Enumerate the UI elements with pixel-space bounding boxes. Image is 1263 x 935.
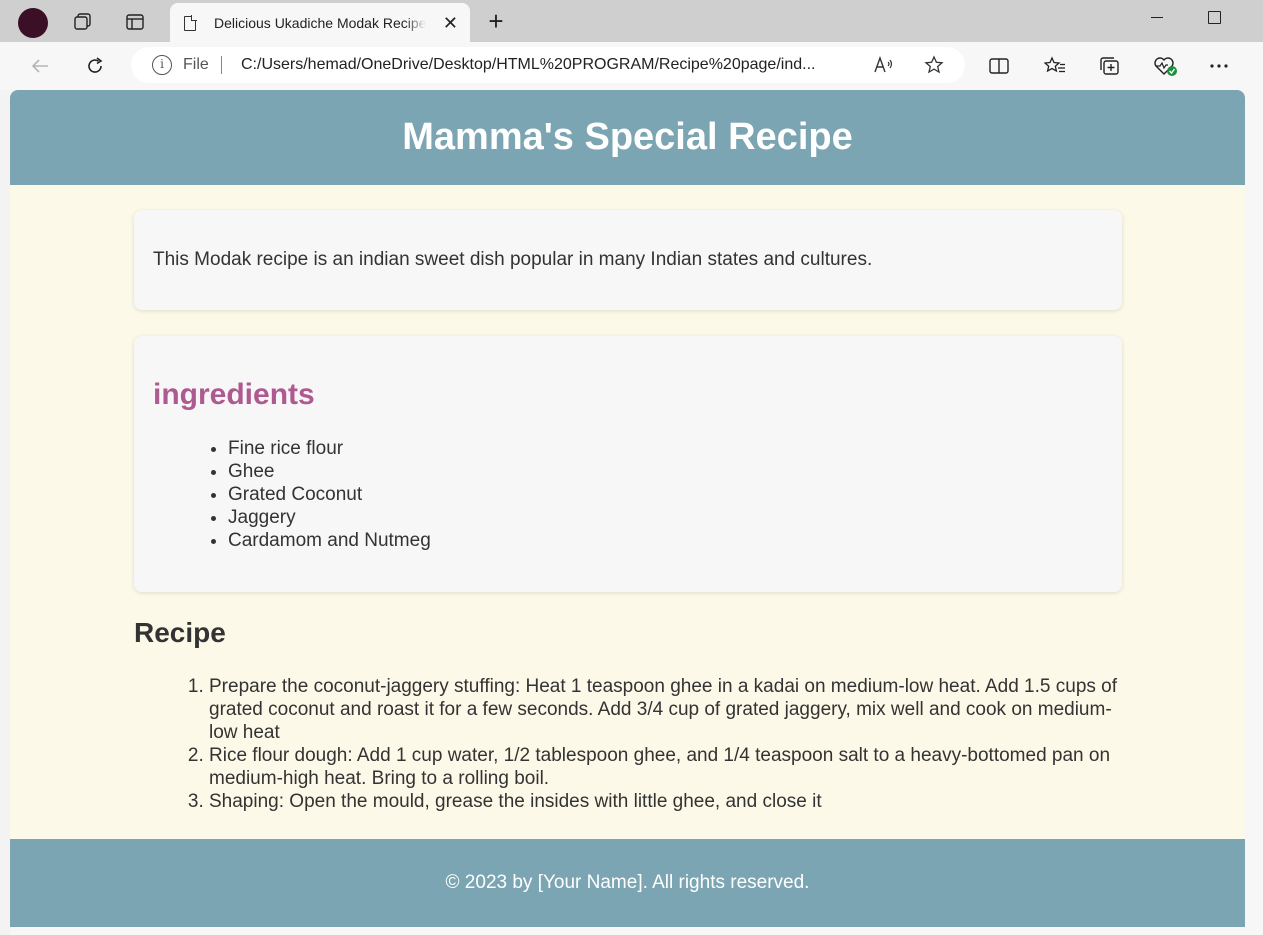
sidebar-edge xyxy=(1246,90,1263,935)
minimize-button[interactable] xyxy=(1137,4,1177,30)
ingredient-item: Cardamom and Nutmeg xyxy=(228,529,431,552)
ingredients-card: ingredients Fine rice flour Ghee Grated … xyxy=(134,336,1122,592)
ingredient-item: Jaggery xyxy=(228,506,431,529)
vertical-tabs-icon-glyph xyxy=(126,14,144,30)
recipe-steps-list: Prepare the coconut-jaggery stuffing: He… xyxy=(209,675,1129,813)
footer-copyright: © 2023 by [Your Name]. All rights reserv… xyxy=(445,872,810,893)
close-tab-icon[interactable]: ✕ xyxy=(443,13,458,34)
page-bottom-strip xyxy=(10,927,1245,935)
ellipsis-glyph xyxy=(1210,64,1228,68)
tab-title: Delicious Ukadiche Modak Recipe xyxy=(214,15,426,31)
ingredients-list: Fine rice flour Ghee Grated Coconut Jagg… xyxy=(228,437,431,552)
settings-more-icon[interactable] xyxy=(1205,53,1233,79)
intro-text: This Modak recipe is an indian sweet dis… xyxy=(153,249,873,270)
recipe-step: Rice flour dough: Add 1 cup water, 1/2 t… xyxy=(209,744,1129,790)
refresh-button[interactable] xyxy=(79,51,111,81)
star-glyph xyxy=(924,55,944,74)
read-aloud-icon[interactable] xyxy=(871,53,897,77)
collections-icon[interactable] xyxy=(1096,53,1124,79)
favorite-star-icon[interactable] xyxy=(921,53,947,77)
ingredient-item: Ghee xyxy=(228,460,431,483)
address-separator xyxy=(221,56,222,74)
ingredients-heading: ingredients xyxy=(153,378,315,411)
split-screen-glyph xyxy=(989,58,1009,74)
maximize-button[interactable] xyxy=(1194,4,1234,30)
favorites-icon[interactable] xyxy=(1041,53,1069,79)
split-screen-icon[interactable] xyxy=(985,53,1013,79)
ingredient-item: Fine rice flour xyxy=(228,437,431,460)
tab-active[interactable]: Delicious Ukadiche Modak Recipe ✕ xyxy=(170,3,470,43)
page-title: Mamma's Special Recipe xyxy=(402,116,853,158)
heart-pulse-glyph xyxy=(1154,57,1177,76)
read-aloud-glyph xyxy=(874,56,893,73)
address-url[interactable]: C:/Users/hemad/OneDrive/Desktop/HTML%20P… xyxy=(241,56,815,74)
site-info-icon[interactable]: i xyxy=(152,55,172,75)
new-tab-button[interactable]: + xyxy=(482,6,510,36)
browser-titlebar: Delicious Ukadiche Modak Recipe ✕ + xyxy=(0,0,1263,43)
address-bar[interactable]: i File C:/Users/hemad/OneDrive/Desktop/H… xyxy=(131,47,965,83)
site-header: Mamma's Special Recipe xyxy=(10,90,1245,185)
recipe-step: Shaping: Open the mould, grease the insi… xyxy=(209,790,1129,813)
browser-toolbar: i File C:/Users/hemad/OneDrive/Desktop/H… xyxy=(0,42,1263,90)
back-arrow-icon xyxy=(31,59,48,73)
workspaces-icon-glyph xyxy=(74,13,91,30)
favorites-glyph xyxy=(1044,56,1065,73)
vertical-tabs-icon[interactable] xyxy=(120,8,150,36)
refresh-icon xyxy=(88,57,103,73)
site-footer: © 2023 by [Your Name]. All rights reserv… xyxy=(10,839,1245,927)
ingredient-item: Grated Coconut xyxy=(228,483,431,506)
intro-card: This Modak recipe is an indian sweet dis… xyxy=(134,210,1122,310)
profile-avatar[interactable] xyxy=(18,8,48,38)
address-scheme-label: File xyxy=(183,56,209,73)
window-left-edge xyxy=(0,90,10,935)
recipe-heading: Recipe xyxy=(134,617,226,648)
back-button[interactable] xyxy=(24,51,56,81)
workspaces-icon[interactable] xyxy=(68,8,98,36)
browser-essentials-icon[interactable] xyxy=(1151,53,1179,79)
recipe-step: Prepare the coconut-jaggery stuffing: He… xyxy=(209,675,1129,744)
collections-glyph xyxy=(1100,57,1119,75)
page-viewport: Mamma's Special Recipe This Modak recipe… xyxy=(10,90,1245,935)
document-icon xyxy=(184,14,197,31)
